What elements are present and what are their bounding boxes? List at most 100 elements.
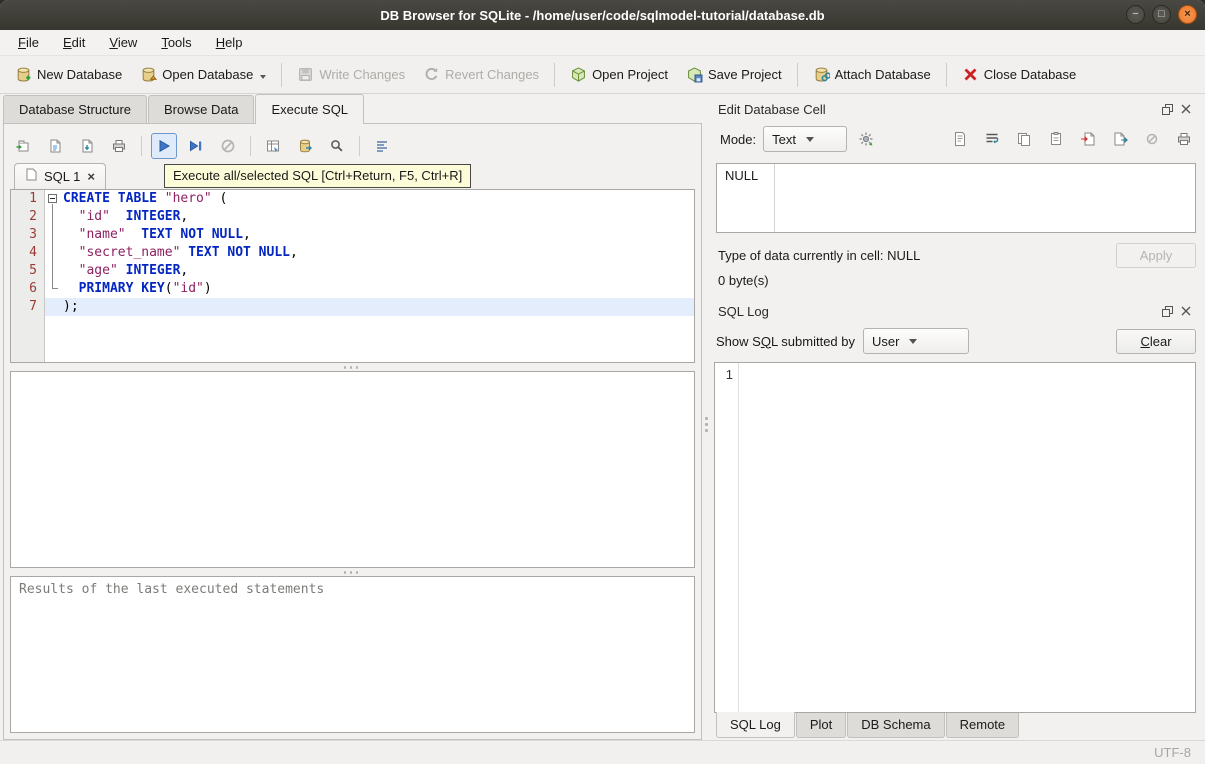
new-database-button[interactable]: New Database [6, 61, 131, 88]
close-panel-icon[interactable] [1178, 101, 1194, 117]
execution-log-placeholder: Results of the last executed statements [19, 582, 325, 597]
print-cell-button[interactable] [1172, 127, 1196, 151]
new-tab-icon [15, 138, 31, 154]
toolbar-separator [141, 136, 142, 156]
menu-file[interactable]: File [8, 32, 49, 53]
log-content [739, 363, 1195, 712]
save-results-button[interactable] [260, 133, 286, 159]
open-project-label: Open Project [592, 67, 668, 82]
mode-label: Mode: [720, 131, 757, 147]
new-database-icon [15, 66, 32, 83]
fold-marker-icon[interactable] [48, 194, 57, 203]
write-changes-button[interactable]: Write Changes [288, 61, 414, 88]
line-number-gutter: 1 2 3 4 5 6 7 [11, 190, 45, 362]
import-button[interactable] [1076, 127, 1100, 151]
open-sql-tab-button[interactable] [10, 133, 36, 159]
menu-edit[interactable]: Edit [53, 32, 95, 53]
encoding-indicator[interactable]: UTF-8 [1154, 745, 1191, 760]
open-database-dropdown-icon[interactable] [260, 75, 267, 79]
cell-type-text: Type of data currently in cell: NULL [718, 248, 921, 263]
cell-value-editor[interactable]: NULL [716, 163, 1196, 233]
results-grid[interactable] [10, 371, 695, 568]
menu-help[interactable]: Help [206, 32, 253, 53]
open-database-button[interactable]: Open Database [131, 61, 275, 88]
tab-database-structure[interactable]: Database Structure [3, 95, 148, 124]
code-line: PRIMARY KEY("id") [78, 281, 212, 296]
code-line: "id" INTEGER, [78, 209, 189, 224]
export-results-button[interactable] [292, 133, 318, 159]
copy-icon [1016, 131, 1032, 147]
apply-button[interactable]: Apply [1116, 243, 1196, 268]
sql-code-editor[interactable]: 1 2 3 4 5 6 7 CREATE TABLE "hero" ( "id"… [10, 189, 695, 363]
save-sql-file-button[interactable] [74, 133, 100, 159]
attach-database-button[interactable]: Attach Database [804, 61, 940, 88]
sql-log-view[interactable]: 1 [714, 362, 1196, 713]
close-database-button[interactable]: Close Database [953, 61, 1086, 88]
splitter-handle[interactable] [10, 363, 695, 371]
execute-all-button[interactable] [151, 133, 177, 159]
import-icon [1080, 131, 1096, 147]
tab-sql-log[interactable]: SQL Log [716, 712, 795, 738]
set-null-button[interactable] [1140, 127, 1164, 151]
edit-cell-title: Edit Database Cell [718, 101, 826, 117]
vertical-splitter[interactable] [702, 94, 710, 740]
cell-editor-body[interactable] [775, 164, 1195, 232]
printer-icon [111, 138, 127, 154]
find-replace-button[interactable] [324, 133, 350, 159]
splitter-handle[interactable] [10, 568, 695, 576]
paste-button[interactable] [1044, 127, 1068, 151]
revert-changes-button[interactable]: Revert Changes [414, 61, 548, 88]
execute-current-line-button[interactable] [183, 133, 209, 159]
tab-close-icon[interactable]: × [87, 169, 95, 184]
export-button[interactable] [1108, 127, 1132, 151]
chevron-down-icon [805, 136, 814, 142]
auto-switch-mode-button[interactable] [854, 127, 878, 151]
close-panel-icon[interactable] [1178, 303, 1194, 319]
left-panel: Database Structure Browse Data Execute S… [0, 94, 702, 740]
format-sql-button[interactable] [369, 133, 395, 159]
tab-remote[interactable]: Remote [945, 713, 1020, 738]
mode-value: Text [772, 131, 796, 147]
mode-combobox[interactable]: Text [763, 126, 848, 152]
execute-all-icon [156, 138, 172, 154]
statusbar: UTF-8 [0, 740, 1205, 764]
float-panel-icon[interactable] [1159, 303, 1175, 319]
sql1-tab[interactable]: SQL 1 × [14, 163, 106, 189]
submitter-combobox[interactable]: User [863, 328, 969, 354]
save-file-icon [79, 138, 95, 154]
minimize-button[interactable]: − [1126, 5, 1145, 24]
tab-execute-sql[interactable]: Execute SQL [255, 94, 365, 124]
set-null-icon [1144, 131, 1160, 147]
bottom-tabbar: SQL Log Plot DB Schema Remote [714, 712, 1196, 740]
save-project-button[interactable]: Save Project [677, 61, 791, 88]
open-project-button[interactable]: Open Project [561, 61, 677, 88]
export-results-icon [297, 138, 313, 154]
menu-view[interactable]: View [99, 32, 147, 53]
open-sql-file-button[interactable] [42, 133, 68, 159]
log-line-number: 1 [715, 363, 739, 712]
edit-cell-icons [948, 127, 1196, 151]
word-wrap-button[interactable] [980, 127, 1004, 151]
menubar: File Edit View Tools Help [0, 30, 1205, 55]
clear-button[interactable]: Clear [1116, 328, 1196, 354]
text-document-icon [952, 131, 968, 147]
code-area[interactable]: CREATE TABLE "hero" ( "id" INTEGER, "nam… [45, 190, 694, 362]
maximize-button[interactable]: □ [1152, 5, 1171, 24]
stop-execution-button[interactable] [215, 133, 241, 159]
export-icon [1112, 131, 1128, 147]
toolbar-separator [359, 136, 360, 156]
tab-plot[interactable]: Plot [795, 713, 847, 738]
float-panel-icon[interactable] [1159, 101, 1175, 117]
line-number: 1 [29, 191, 37, 206]
copy-button[interactable] [1012, 127, 1036, 151]
print-sql-button[interactable] [106, 133, 132, 159]
tab-db-schema[interactable]: DB Schema [847, 713, 945, 738]
sql-toolbar [10, 130, 695, 162]
tab-browse-data[interactable]: Browse Data [148, 95, 255, 124]
close-button[interactable]: × [1178, 5, 1197, 24]
code-line-current: ); [45, 298, 694, 316]
menu-tools[interactable]: Tools [151, 32, 201, 53]
window-controls: − □ × [1126, 5, 1197, 24]
stop-icon [220, 138, 236, 154]
text-view-button[interactable] [948, 127, 972, 151]
